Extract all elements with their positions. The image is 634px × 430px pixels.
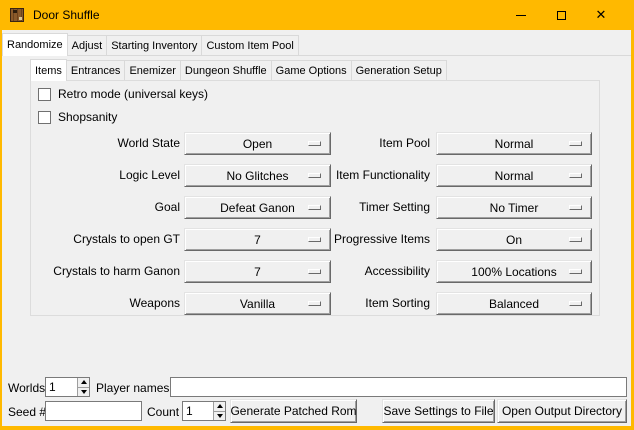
goal-label: Goal	[30, 196, 180, 219]
maximize-icon	[557, 11, 566, 20]
minimize-button[interactable]	[501, 0, 541, 30]
open-output-directory-button[interactable]: Open Output Directory	[497, 399, 627, 423]
tab-randomize[interactable]: Randomize	[2, 33, 68, 56]
dropdown-indicator-icon	[569, 173, 582, 178]
item-functionality-label: Item Functionality	[295, 164, 430, 187]
tab-entrances[interactable]: Entrances	[66, 60, 126, 80]
item-sorting-label: Item Sorting	[295, 292, 430, 315]
weapons-label: Weapons	[30, 292, 180, 315]
retro-mode-label: Retro mode (universal keys)	[58, 87, 208, 101]
tab-starting-inventory[interactable]: Starting Inventory	[106, 35, 202, 55]
tab-adjust[interactable]: Adjust	[67, 35, 108, 55]
door-icon	[9, 7, 25, 23]
logic-level-label: Logic Level	[30, 164, 180, 187]
generate-patched-rom-button[interactable]: Generate Patched Rom	[230, 399, 357, 423]
item-pool-dropdown[interactable]: Normal	[436, 132, 592, 155]
sub-tabbar: Items Entrances Enemizer Dungeon Shuffle…	[30, 58, 446, 80]
worlds-label: Worlds	[8, 381, 45, 395]
world-state-label: World State	[30, 132, 180, 155]
player-names-label: Player names	[96, 381, 169, 395]
accessibility-label: Accessibility	[295, 260, 430, 283]
arrow-up-icon	[81, 380, 87, 384]
dropdown-indicator-icon	[569, 141, 582, 146]
spin-down-button[interactable]	[78, 388, 89, 397]
tab-dungeon-shuffle[interactable]: Dungeon Shuffle	[180, 60, 272, 80]
dropdown-indicator-icon	[569, 205, 582, 210]
shopsanity-checkbox[interactable]	[38, 111, 51, 124]
retro-mode-checkbox-row: Retro mode (universal keys)	[38, 87, 208, 101]
app-window: Door Shuffle ✕ Randomize Adjust Starting…	[0, 0, 634, 430]
dropdown-indicator-icon	[569, 301, 582, 306]
item-functionality-dropdown[interactable]: Normal	[436, 164, 592, 187]
tab-enemizer[interactable]: Enemizer	[124, 60, 180, 80]
window-title: Door Shuffle	[33, 0, 100, 30]
tab-generation-setup[interactable]: Generation Setup	[351, 60, 447, 80]
dropdown-indicator-icon	[569, 269, 582, 274]
shopsanity-checkbox-row: Shopsanity	[38, 110, 117, 124]
seed-input[interactable]	[45, 401, 142, 421]
item-pool-label: Item Pool	[295, 132, 430, 155]
close-button[interactable]: ✕	[581, 0, 621, 30]
spin-up-button[interactable]	[214, 402, 225, 412]
maximize-button[interactable]	[541, 0, 581, 30]
dropdown-indicator-icon	[569, 237, 582, 242]
timer-setting-label: Timer Setting	[295, 196, 430, 219]
save-settings-button[interactable]: Save Settings to File	[382, 399, 495, 423]
timer-setting-dropdown[interactable]: No Timer	[436, 196, 592, 219]
tab-game-options[interactable]: Game Options	[271, 60, 352, 80]
player-names-input[interactable]	[170, 377, 627, 397]
arrow-down-icon	[217, 414, 223, 418]
arrow-down-icon	[81, 390, 87, 394]
retro-mode-checkbox[interactable]	[38, 88, 51, 101]
window-controls: ✕	[501, 0, 621, 30]
progressive-items-dropdown[interactable]: On	[436, 228, 592, 251]
tab-custom-item-pool[interactable]: Custom Item Pool	[201, 35, 298, 55]
tab-items[interactable]: Items	[30, 59, 67, 81]
close-icon: ✕	[596, 0, 607, 30]
progressive-items-label: Progressive Items	[295, 228, 430, 251]
minimize-icon	[516, 15, 526, 16]
count-label: Count	[147, 405, 179, 419]
spin-down-button[interactable]	[214, 412, 225, 421]
arrow-up-icon	[217, 404, 223, 408]
crystals-gt-label: Crystals to open GT	[30, 228, 180, 251]
main-tabbar: Randomize Adjust Starting Inventory Cust…	[2, 32, 631, 56]
item-sorting-dropdown[interactable]: Balanced	[436, 292, 592, 315]
shopsanity-label: Shopsanity	[58, 110, 117, 124]
accessibility-dropdown[interactable]: 100% Locations	[436, 260, 592, 283]
count-spinner[interactable]: 1	[182, 401, 226, 421]
spin-up-button[interactable]	[78, 378, 89, 388]
crystals-ganon-label: Crystals to harm Ganon	[30, 260, 180, 283]
seed-label: Seed #	[8, 405, 46, 419]
worlds-spinner[interactable]: 1	[45, 377, 90, 397]
titlebar: Door Shuffle ✕	[0, 0, 634, 30]
